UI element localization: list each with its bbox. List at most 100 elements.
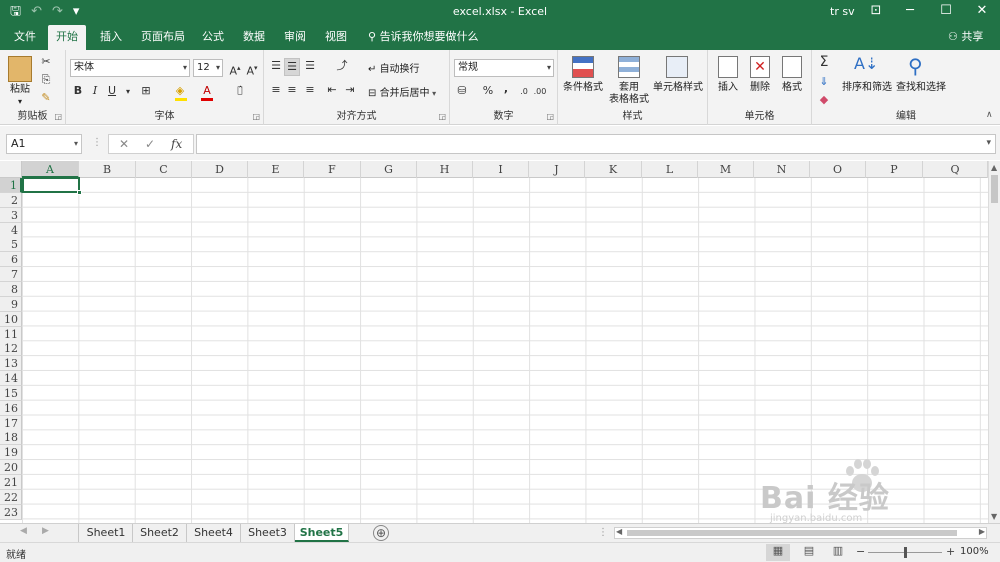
- zoom-slider-knob[interactable]: [904, 547, 907, 558]
- underline-dropdown-icon[interactable]: ▾: [120, 84, 136, 100]
- row-header[interactable]: 3: [0, 207, 22, 223]
- decrease-font-icon[interactable]: A▾: [244, 60, 260, 80]
- tab-formulas[interactable]: 公式: [194, 25, 232, 50]
- format-cells-button[interactable]: 格式: [774, 82, 810, 94]
- tab-data[interactable]: 数据: [235, 25, 273, 50]
- column-header[interactable]: P: [866, 161, 923, 178]
- delete-cells-icon[interactable]: ✕: [750, 56, 770, 78]
- font-color-icon[interactable]: A: [199, 83, 215, 99]
- font-launcher-icon[interactable]: ◲: [252, 112, 260, 121]
- row-header[interactable]: 8: [0, 281, 22, 297]
- borders-icon[interactable]: ⊞: [138, 83, 154, 99]
- previous-sheet-icon[interactable]: ◀: [20, 526, 27, 536]
- align-center-icon[interactable]: ≡: [284, 82, 300, 98]
- scroll-left-icon[interactable]: ◀: [616, 527, 622, 536]
- close-icon[interactable]: ✕: [972, 3, 992, 18]
- expand-formula-icon[interactable]: ▾: [986, 138, 991, 148]
- add-sheet-button[interactable]: ⊕: [373, 525, 389, 541]
- page-layout-view-icon[interactable]: ▤: [797, 544, 821, 561]
- row-header[interactable]: 23: [0, 504, 22, 520]
- sheet-tab[interactable]: Sheet5: [295, 524, 349, 542]
- tab-view[interactable]: 视图: [317, 25, 355, 50]
- column-header[interactable]: A: [22, 161, 79, 178]
- tell-me-search[interactable]: ⚲ 告诉我你想要做什么: [368, 25, 479, 49]
- align-left-icon[interactable]: ≡: [268, 82, 284, 98]
- column-header[interactable]: D: [192, 161, 248, 178]
- comma-style-button[interactable]: ,: [498, 81, 514, 97]
- column-header[interactable]: K: [585, 161, 642, 178]
- row-header[interactable]: 6: [0, 252, 22, 268]
- next-sheet-icon[interactable]: ▶: [42, 526, 49, 536]
- font-size-select[interactable]: 12 ▾: [193, 59, 223, 77]
- scroll-up-icon[interactable]: ▲: [991, 163, 997, 172]
- insert-function-icon[interactable]: fx: [171, 137, 182, 151]
- clear-icon[interactable]: ◆: [816, 92, 832, 108]
- user-name[interactable]: tr sv: [830, 5, 855, 18]
- insert-cells-button[interactable]: 插入: [710, 82, 746, 94]
- scroll-right-icon[interactable]: ▶: [979, 527, 985, 536]
- sheet-tab[interactable]: Sheet3: [241, 524, 295, 542]
- active-cell[interactable]: [22, 177, 82, 195]
- row-header[interactable]: 20: [0, 460, 22, 476]
- sort-filter-button[interactable]: 排序和筛选: [840, 82, 894, 94]
- wrap-text-button[interactable]: ↵ 自动换行: [368, 60, 420, 75]
- column-header[interactable]: O: [810, 161, 866, 178]
- sort-filter-icon[interactable]: A⇣: [854, 54, 878, 73]
- column-header[interactable]: L: [642, 161, 698, 178]
- row-header[interactable]: 12: [0, 341, 22, 357]
- vertical-scroll-thumb[interactable]: [991, 175, 998, 203]
- align-right-icon[interactable]: ≡: [302, 82, 318, 98]
- row-header[interactable]: 9: [0, 296, 22, 312]
- row-header[interactable]: 10: [0, 311, 22, 327]
- column-header[interactable]: F: [304, 161, 361, 178]
- page-break-preview-icon[interactable]: ▥: [826, 544, 850, 561]
- number-launcher-icon[interactable]: ◲: [546, 112, 554, 121]
- row-header[interactable]: 15: [0, 385, 22, 401]
- format-cells-icon[interactable]: [782, 56, 802, 78]
- decrease-indent-icon[interactable]: ⇤: [324, 82, 340, 98]
- find-select-button[interactable]: 查找和选择: [894, 82, 948, 94]
- tab-insert[interactable]: 插入: [92, 25, 130, 50]
- zoom-out-button[interactable]: −: [856, 545, 865, 558]
- column-header[interactable]: G: [361, 161, 417, 178]
- tab-page-layout[interactable]: 页面布局: [133, 25, 193, 50]
- bold-button[interactable]: B: [70, 83, 86, 99]
- column-header[interactable]: B: [79, 161, 136, 178]
- row-header[interactable]: 22: [0, 489, 22, 505]
- tab-split-handle-icon[interactable]: ⋮: [598, 527, 608, 538]
- sheet-tab[interactable]: Sheet2: [133, 524, 187, 542]
- number-format-select[interactable]: 常规 ▾: [454, 59, 554, 77]
- column-header[interactable]: H: [417, 161, 473, 178]
- row-header[interactable]: 7: [0, 267, 22, 283]
- maximize-icon[interactable]: ☐: [936, 3, 956, 18]
- share-button[interactable]: ⚇ 共享: [948, 25, 983, 49]
- column-header[interactable]: M: [698, 161, 754, 178]
- font-name-select[interactable]: 宋体 ▾: [70, 59, 190, 77]
- collapse-ribbon-icon[interactable]: ∧: [986, 110, 993, 120]
- orientation-icon[interactable]: ⤴: [334, 58, 350, 74]
- normal-view-icon[interactable]: ▦: [766, 544, 790, 561]
- formula-input[interactable]: ▾: [196, 134, 996, 154]
- sheet-tab[interactable]: Sheet4: [187, 524, 241, 542]
- increase-font-icon[interactable]: A▴: [227, 60, 243, 80]
- column-header[interactable]: N: [754, 161, 810, 178]
- italic-button[interactable]: I: [87, 83, 103, 99]
- accounting-format-icon[interactable]: ⛁: [454, 83, 470, 99]
- row-header[interactable]: 1: [0, 178, 22, 193]
- decrease-decimal-icon[interactable]: .00: [532, 84, 548, 100]
- sheet-tab[interactable]: Sheet1: [80, 524, 133, 542]
- column-header[interactable]: I: [473, 161, 529, 178]
- column-header[interactable]: J: [529, 161, 585, 178]
- underline-button[interactable]: U: [104, 83, 120, 99]
- cancel-icon[interactable]: ✕: [119, 137, 129, 151]
- percent-button[interactable]: %: [480, 83, 496, 99]
- name-box[interactable]: A1 ▾: [6, 134, 82, 154]
- conditional-formatting-icon[interactable]: [572, 56, 594, 78]
- find-select-icon[interactable]: ⚲: [908, 54, 923, 78]
- clipboard-launcher-icon[interactable]: ◲: [54, 112, 62, 121]
- merge-center-button[interactable]: ⊟ 合并后居中 ▾: [368, 84, 436, 99]
- scroll-down-icon[interactable]: ▼: [991, 512, 997, 521]
- insert-cells-icon[interactable]: [718, 56, 738, 78]
- format-as-table-line2[interactable]: 表格格式: [606, 94, 652, 106]
- row-header[interactable]: 5: [0, 237, 22, 253]
